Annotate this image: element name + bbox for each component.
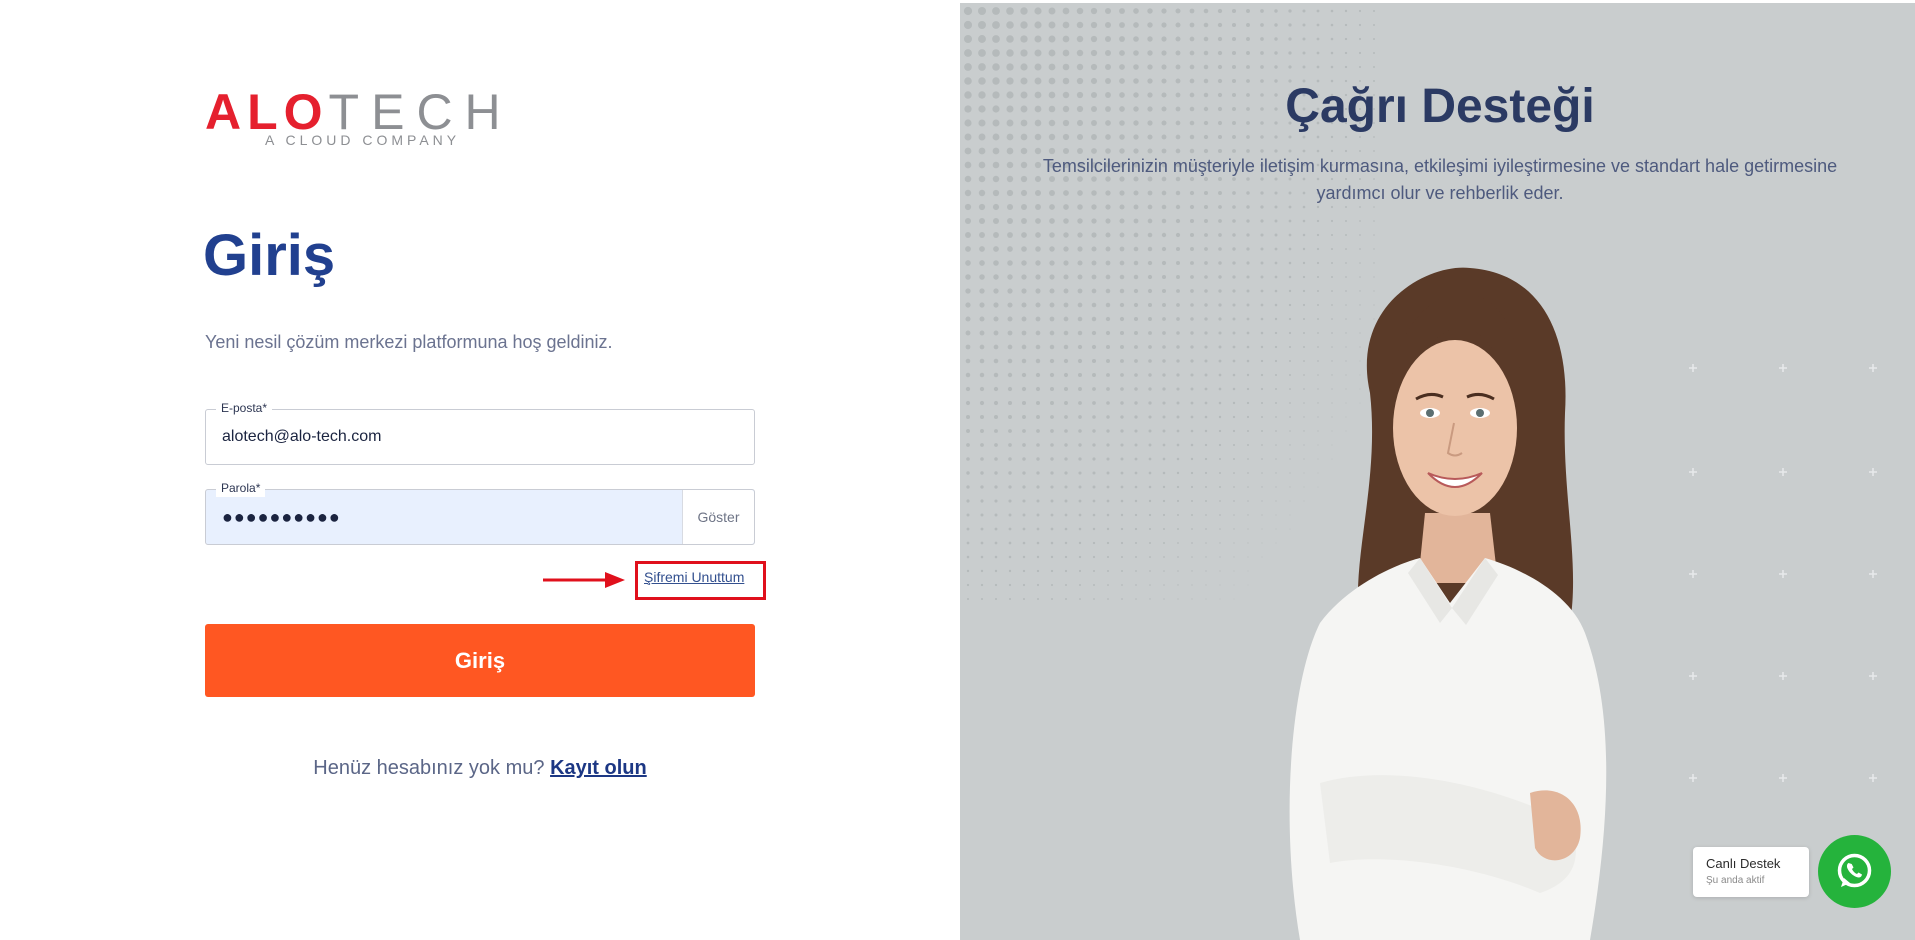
logo-tagline: A CLOUD COMPANY <box>265 132 461 148</box>
signup-prompt: Henüz hesabınız yok mu? <box>313 757 545 779</box>
email-input[interactable] <box>222 410 702 464</box>
welcome-text: Yeni nesil çözüm merkezi platformuna hoş… <box>205 332 613 352</box>
page-title: Giriş <box>203 223 336 288</box>
signup-link[interactable]: Kayıt olun <box>550 757 647 779</box>
annotation-arrow <box>543 572 625 588</box>
password-field: Parola* Göster <box>205 479 755 545</box>
login-panel: ALOTECH A CLOUD COMPANY Giriş Yeni nesil… <box>0 0 960 940</box>
whatsapp-icon <box>1837 853 1872 888</box>
promo-description: Temsilcilerinizin müşteriyle iletişim ku… <box>1042 156 1838 203</box>
live-support-title: Canlı Destek <box>1706 856 1781 871</box>
password-input[interactable] <box>222 490 662 544</box>
signup-row: Henüz hesabınız yok mu? Kayıt olun <box>205 755 755 781</box>
promo-title: Çağrı Desteği <box>1285 80 1595 133</box>
email-field: E-posta* <box>205 399 755 465</box>
show-password-button[interactable]: Göster <box>682 490 754 544</box>
woman-photo <box>1289 267 1607 940</box>
alotech-logo: ALOTECH A CLOUD COMPANY <box>205 84 545 150</box>
whatsapp-button[interactable] <box>1818 835 1891 908</box>
forgot-password-link[interactable]: Şifremi Unuttum <box>644 568 744 586</box>
live-support-bubble[interactable]: Canlı Destek Şu anda aktif <box>1693 847 1809 897</box>
login-button[interactable]: Giriş <box>205 624 755 697</box>
promo-panel: Çağrı Desteği Temsilcilerinizin müşteriy… <box>960 3 1915 940</box>
live-support-status: Şu anda aktif <box>1706 875 1765 886</box>
